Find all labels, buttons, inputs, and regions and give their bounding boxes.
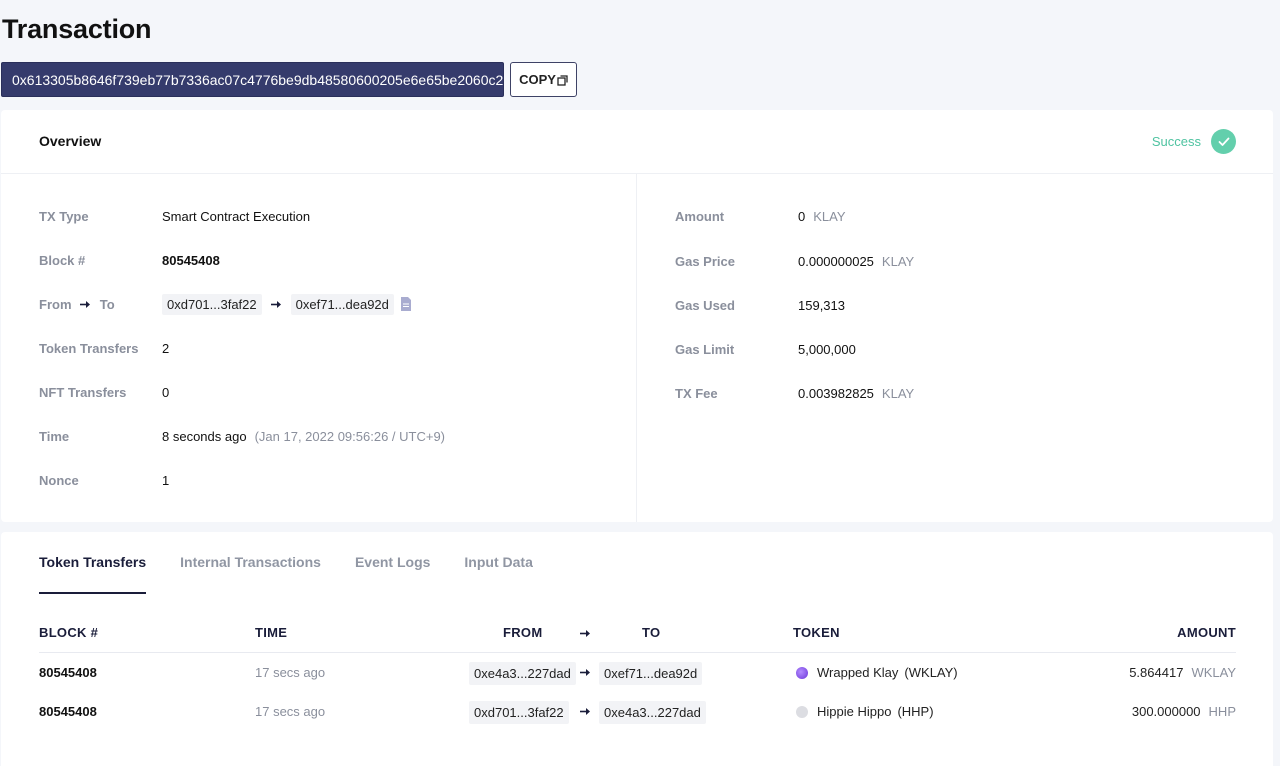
from-to-value: 0xd701...3faf22 0xef71...dea92d [162, 293, 411, 315]
from-to-label: From To [39, 297, 115, 312]
row-token-name: Wrapped Klay [817, 665, 899, 680]
gas-price-value: 0.000000025 KLAY [798, 254, 914, 269]
status-badge: Success [1152, 129, 1236, 154]
row-token[interactable]: Wrapped Klay (WKLAY) [796, 665, 958, 680]
tx-fee-number: 0.003982825 [798, 385, 874, 401]
gas-price-unit: KLAY [881, 253, 915, 269]
tab-event-logs[interactable]: Event Logs [355, 554, 430, 594]
tab-input-data[interactable]: Input Data [464, 554, 532, 594]
time-label: Time [39, 428, 70, 444]
table-row: 80545408 17 secs ago 0xd701...3faf22 0xe… [1, 701, 1273, 725]
nft-transfers-value: 0 [162, 384, 170, 400]
row-amount-value: 5.864417 [1129, 665, 1184, 680]
gas-price-number: 0.000000025 [798, 253, 874, 269]
tx-type-label: TX Type [39, 208, 89, 224]
contract-document-icon [400, 297, 411, 311]
row-token[interactable]: Hippie Hippo (HHP) [796, 704, 934, 719]
amount-value: 0 KLAY [798, 209, 846, 224]
row-to-address[interactable]: 0xef71...dea92d [599, 662, 703, 685]
status-label: Success [1151, 134, 1201, 149]
table-header-divider [39, 652, 1236, 653]
amount-unit: KLAY [813, 208, 846, 224]
wklay-token-icon [796, 666, 808, 679]
row-amount-value: 300.000000 [1131, 704, 1201, 719]
token-transfers-label: Token Transfers [39, 340, 139, 356]
copy-button-label: COPY [519, 72, 556, 87]
row-token-symbol: (HHP) [897, 704, 934, 719]
table-row: 80545408 17 secs ago 0xe4a3...227dad 0xe… [1, 662, 1273, 686]
time-absolute: (Jan 17, 2022 09:56:26 / UTC+9) [254, 428, 446, 444]
row-block[interactable]: 80545408 [39, 704, 97, 719]
gas-limit-value: 5,000,000 [798, 341, 856, 357]
gas-used-label: Gas Used [675, 297, 735, 313]
gas-used-value: 159,313 [798, 297, 845, 313]
overview-title: Overview [39, 133, 102, 149]
arrow-right-icon [580, 626, 591, 641]
arrow-right-icon [270, 300, 282, 309]
amount-number: 0 [798, 208, 806, 224]
row-amount: 300.000000 HHP [1132, 704, 1236, 719]
nft-transfers-label: NFT Transfers [39, 384, 127, 400]
header-token: TOKEN [793, 625, 840, 640]
tab-token-transfers[interactable]: Token Transfers [39, 554, 147, 594]
copy-button[interactable]: COPY [510, 62, 577, 97]
time-relative: 8 seconds ago [162, 428, 247, 444]
tx-type-value: Smart Contract Execution [162, 208, 311, 224]
gas-price-label: Gas Price [675, 253, 735, 269]
tab-bar: Token Transfers Internal Transactions Ev… [39, 554, 567, 594]
row-token-symbol: (WKLAY) [904, 665, 958, 680]
row-token-name: Hippie Hippo [817, 704, 892, 719]
overview-divider [636, 174, 637, 522]
row-amount: 5.864417 WKLAY [1129, 665, 1236, 680]
row-amount-unit: HHP [1208, 704, 1236, 719]
to-label: To [99, 296, 115, 312]
transfers-card: Token Transfers Internal Transactions Ev… [1, 532, 1273, 766]
overview-body: TX Type Smart Contract Execution Block #… [1, 174, 1273, 522]
tab-internal-transactions[interactable]: Internal Transactions [180, 554, 321, 594]
header-to: TO [642, 625, 661, 640]
header-amount: AMOUNT [1177, 625, 1236, 640]
header-time: TIME [255, 625, 288, 640]
nonce-label: Nonce [39, 472, 79, 488]
row-to-address[interactable]: 0xe4a3...227dad [599, 701, 706, 724]
row-from-address[interactable]: 0xd701...3faf22 [469, 701, 569, 724]
arrow-right-icon [80, 300, 91, 309]
tx-fee-unit: KLAY [881, 385, 915, 401]
from-label: From [39, 296, 72, 312]
row-block[interactable]: 80545408 [39, 665, 97, 680]
copy-icon [557, 74, 568, 86]
gas-limit-label: Gas Limit [675, 341, 735, 357]
time-value: 8 seconds ago (Jan 17, 2022 09:56:26 / U… [162, 429, 445, 444]
check-icon [1211, 129, 1236, 154]
block-label: Block # [39, 252, 86, 268]
overview-header: Overview Success [1, 110, 1273, 174]
tx-fee-value: 0.003982825 KLAY [798, 386, 914, 401]
arrow-right-icon [580, 707, 591, 716]
arrow-right-icon [580, 668, 591, 677]
row-amount-unit: WKLAY [1191, 665, 1236, 680]
header-from: FROM [503, 625, 543, 640]
from-address[interactable]: 0xd701...3faf22 [162, 293, 262, 315]
row-time: 17 secs ago [255, 704, 326, 719]
header-block: BLOCK # [39, 625, 99, 640]
block-value[interactable]: 80545408 [162, 253, 220, 268]
to-address[interactable]: 0xef71...dea92d [290, 293, 394, 315]
overview-card: Overview Success TX Type Smart Contract … [1, 110, 1273, 522]
tx-hash-row: 0x613305b8646f739eb77b7336ac07c4776be9db… [1, 62, 577, 97]
page-title: Transaction [2, 14, 152, 44]
tx-fee-label: TX Fee [675, 385, 718, 401]
row-time: 17 secs ago [255, 665, 326, 680]
amount-label: Amount [675, 208, 725, 224]
token-transfers-value: 2 [162, 340, 170, 356]
hhp-token-icon [796, 705, 808, 718]
row-from-address[interactable]: 0xe4a3...227dad [469, 662, 576, 685]
nonce-value: 1 [162, 472, 170, 488]
tx-hash[interactable]: 0x613305b8646f739eb77b7336ac07c4776be9db… [1, 62, 504, 97]
